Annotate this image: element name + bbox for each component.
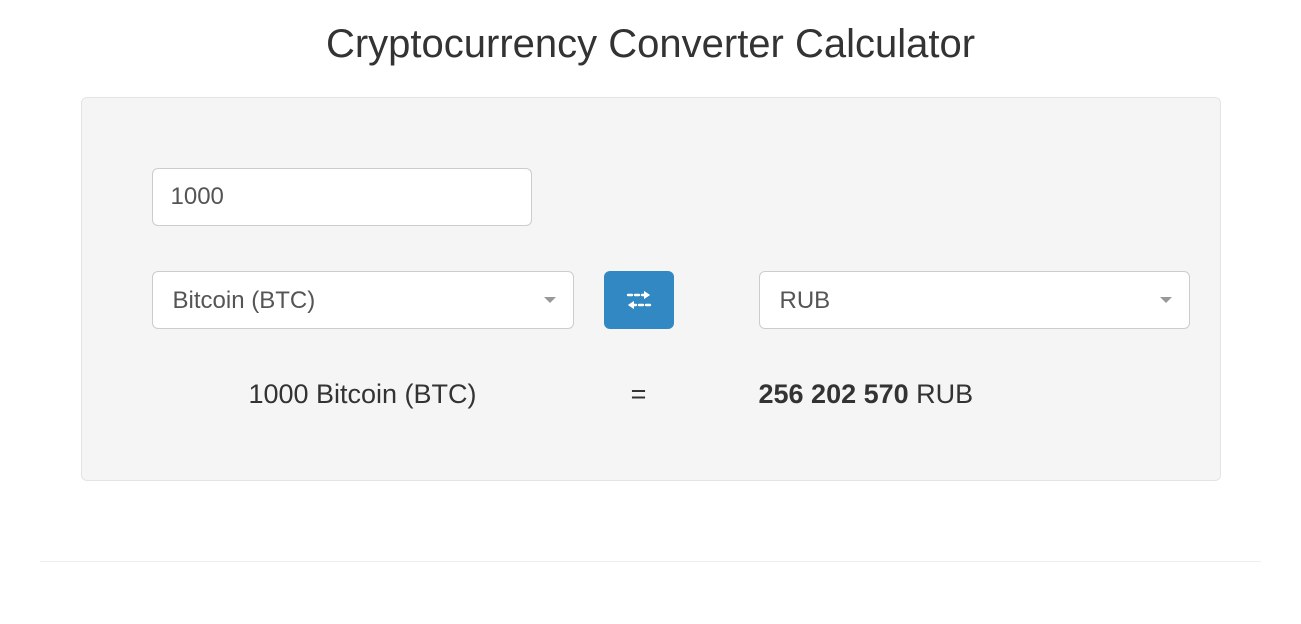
page-title: Cryptocurrency Converter Calculator (40, 0, 1261, 97)
from-currency-select[interactable]: Bitcoin (BTC) (152, 271, 574, 329)
converter-panel: Bitcoin (BTC) RUB (81, 97, 1221, 481)
result-from-text: 1000 Bitcoin (BTC) (152, 379, 574, 410)
from-currency-wrap: Bitcoin (BTC) (152, 271, 574, 329)
to-currency-select[interactable]: RUB (759, 271, 1190, 329)
result-equals: = (574, 379, 704, 410)
amount-row (152, 168, 1150, 226)
to-currency-wrap: RUB (759, 271, 1190, 329)
swap-button[interactable] (604, 271, 674, 329)
result-to: 256 202 570 RUB (759, 379, 974, 410)
result-row: 1000 Bitcoin (BTC) = 256 202 570 RUB (152, 379, 1150, 410)
currency-row: Bitcoin (BTC) RUB (152, 271, 1150, 329)
footer-divider (40, 561, 1261, 562)
result-to-amount: 256 202 570 (759, 379, 909, 409)
swap-icon (624, 289, 654, 311)
amount-input[interactable] (152, 168, 532, 226)
result-to-currency: RUB (916, 379, 973, 409)
